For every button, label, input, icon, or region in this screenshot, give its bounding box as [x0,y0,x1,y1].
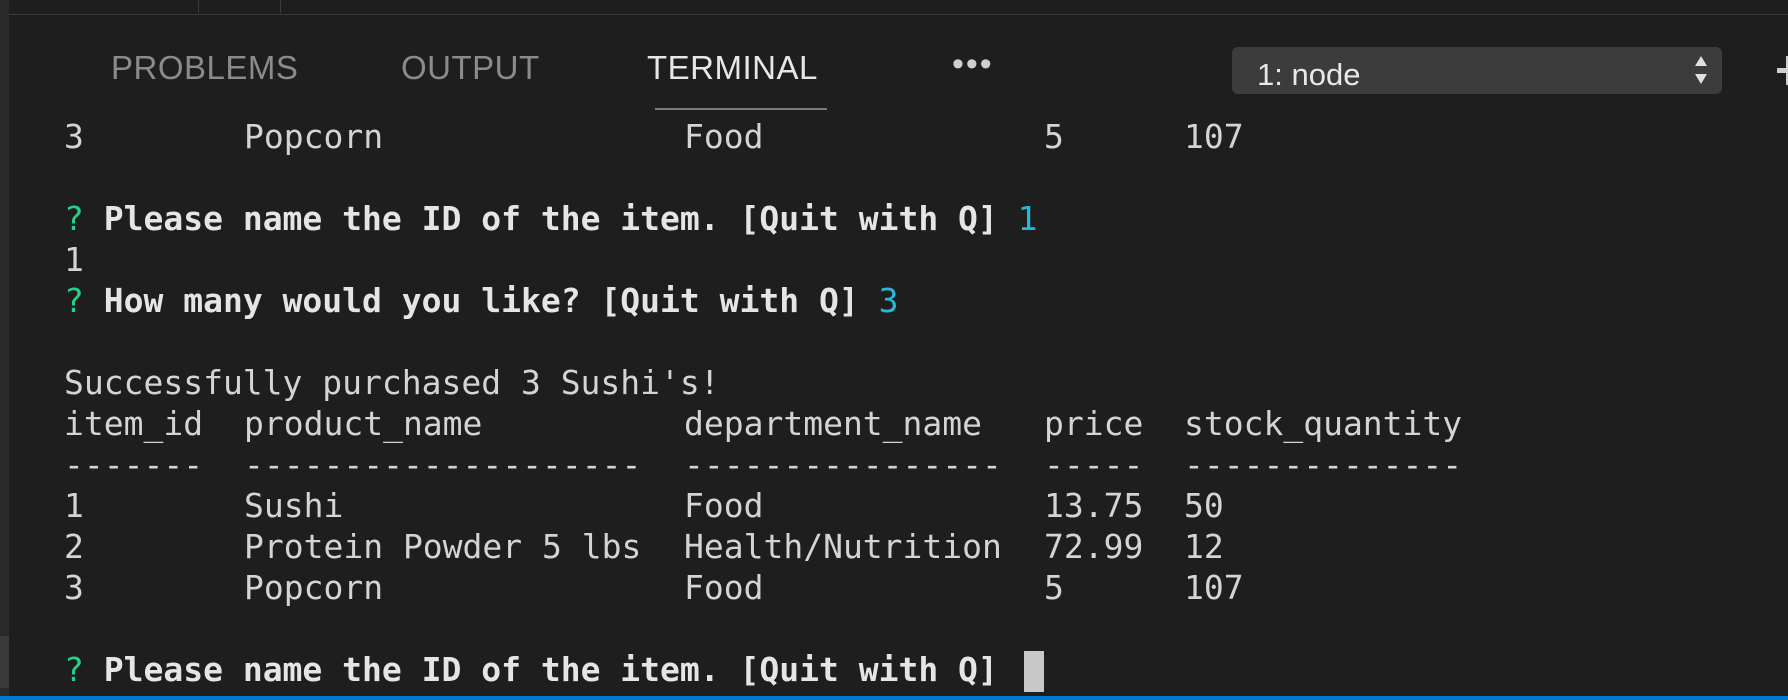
prompt-text: How many would you like? [Quit with Q] [103,281,859,320]
prompt-answer: 3 [878,281,899,320]
cell-id: 2 [64,527,84,566]
status-bar-edge [0,696,1788,700]
divider: -------------- [1184,445,1463,484]
prompt-text: Please name the ID of the item. [Quit wi… [103,199,998,238]
prompt-line: ? Please name the ID of the item. [Quit … [64,650,998,690]
cell-quantity: 12 [1184,527,1224,566]
header-product-name: product_name [244,404,483,443]
cell-price: 13.75 [1044,486,1144,525]
cell-department: Food [684,486,764,525]
prompt-question-mark: ? [64,281,84,320]
cell-product: Popcorn [244,117,384,156]
cursor-block [1024,651,1044,692]
cell-department: Food [684,117,764,156]
header-item-id: item_id [64,404,204,443]
divider: -------------------- [244,445,642,484]
cell-quantity: 107 [1184,568,1244,607]
divider: ------- [64,445,204,484]
prompt-question-mark: ? [64,650,84,689]
cell-department: Health/Nutrition [684,527,1002,566]
divider: ---------------- [684,445,1002,484]
prompt-text: Please name the ID of the item. [Quit wi… [103,650,998,689]
header-department-name: department_name [684,404,983,443]
cell-id: 3 [64,117,84,156]
cell-price: 5 [1044,568,1064,607]
prompt-line: ? How many would you like? [Quit with Q]… [64,281,898,321]
prompt-answer: 1 [1017,199,1038,238]
cell-price: 72.99 [1044,527,1144,566]
prompt-question-mark: ? [64,199,84,238]
divider: ----- [1044,445,1144,484]
header-price: price [1044,404,1144,443]
echo-line: 1 [64,240,84,279]
header-stock-quantity: stock_quantity [1184,404,1463,443]
cell-product: Sushi [244,486,344,525]
cell-product: Protein Powder 5 lbs [244,527,642,566]
cell-department: Food [684,568,764,607]
success-message: Successfully purchased 3 Sushi's! [64,363,720,402]
cell-id: 1 [64,486,84,525]
cell-quantity: 50 [1184,486,1224,525]
cell-product: Popcorn [244,568,384,607]
cell-price: 5 [1044,117,1064,156]
prompt-line: ? Please name the ID of the item. [Quit … [64,199,1038,239]
cell-id: 3 [64,568,84,607]
cell-quantity: 107 [1184,117,1244,156]
terminal-output[interactable]: 3 Popcorn Food 5 107 ? Please name the I… [0,0,1788,700]
